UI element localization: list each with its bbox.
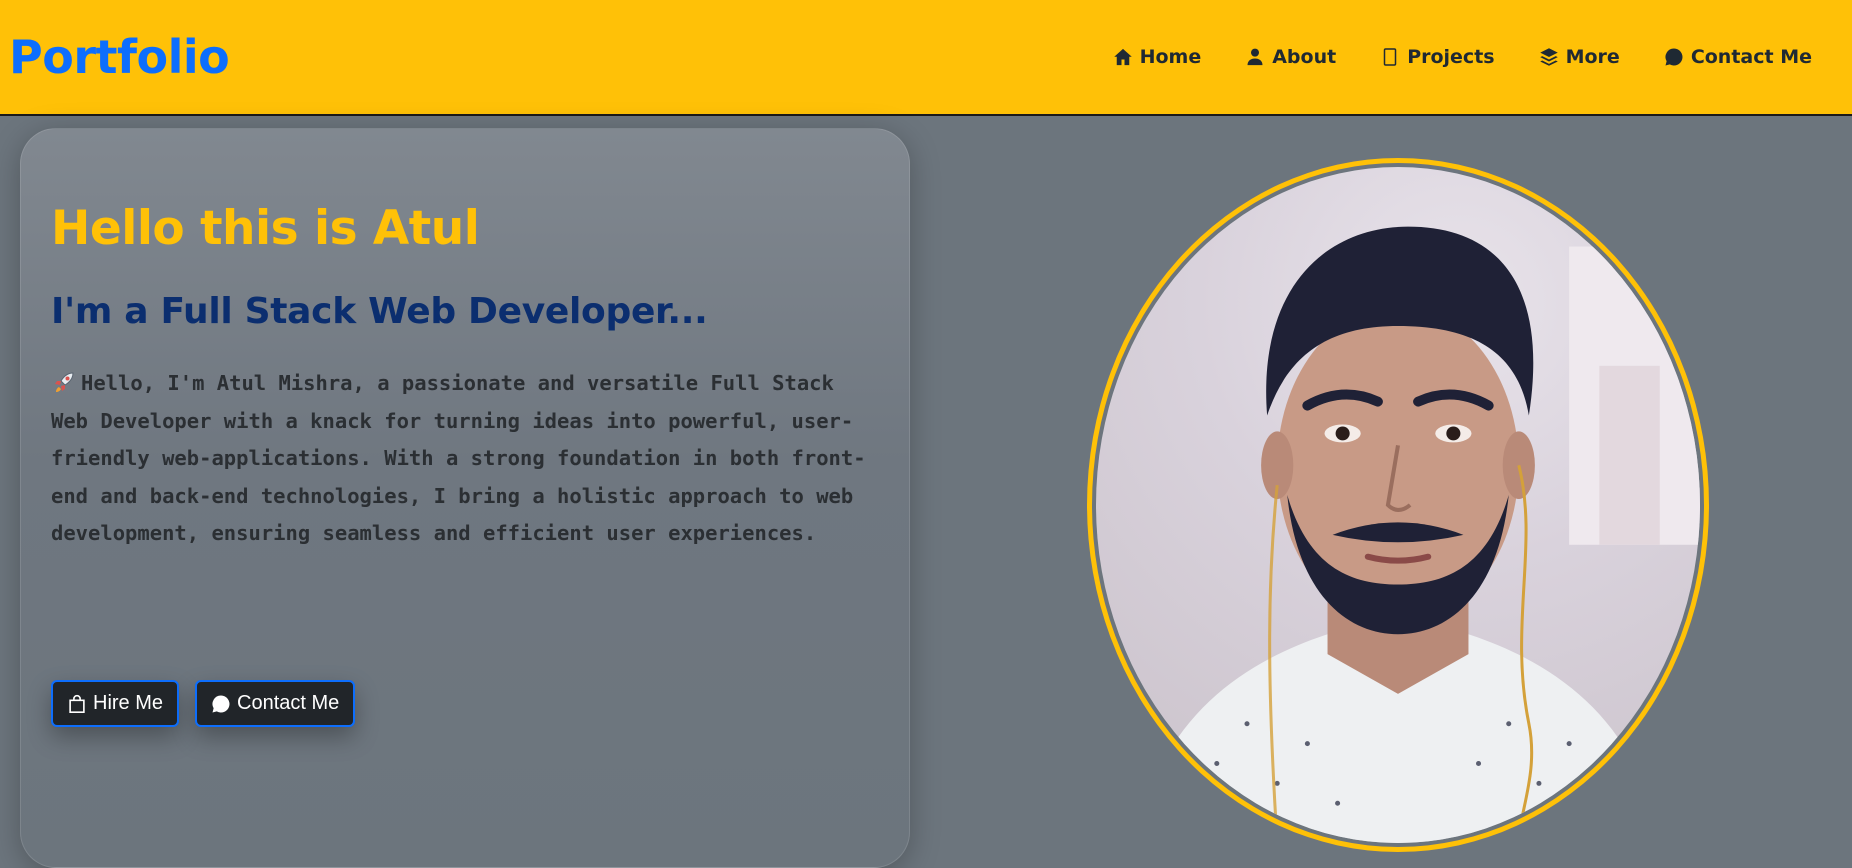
nav-more-label: More	[1565, 46, 1620, 68]
hero-role: I'm a Full Stack Web Developer...	[51, 291, 708, 332]
hero-buttons: Hire Me Contact Me	[51, 680, 356, 727]
layers-icon	[1539, 48, 1558, 66]
hire-me-button[interactable]: Hire Me	[51, 680, 180, 727]
nav-home-label: Home	[1139, 46, 1202, 68]
navbar: Portfolio Home About Projects More Conta…	[0, 0, 1852, 116]
contact-me-label: Contact Me	[237, 692, 340, 714]
person-icon	[1247, 48, 1263, 66]
phone-icon	[1383, 48, 1397, 66]
nav-home[interactable]: Home	[1113, 46, 1202, 68]
bag-icon	[69, 694, 85, 713]
profile-photo-frame	[1087, 158, 1709, 852]
profile-photo-illustration	[1136, 226, 1700, 843]
nav-about[interactable]: About	[1245, 46, 1336, 68]
home-icon	[1113, 48, 1132, 66]
nav-contact[interactable]: Contact Me	[1664, 46, 1812, 68]
nav-links: Home About Projects More Contact Me	[1069, 46, 1812, 68]
chat-icon	[1665, 48, 1683, 66]
nav-projects-label: Projects	[1407, 46, 1495, 68]
hero-bio: Hello, I'm Atul Mishra, a passionate and…	[51, 365, 881, 553]
profile-photo	[1096, 167, 1700, 843]
nav-more[interactable]: More	[1539, 46, 1620, 68]
rocket-icon	[51, 365, 81, 403]
nav-contact-label: Contact Me	[1690, 46, 1812, 68]
brand-logo[interactable]: Portfolio	[9, 30, 230, 84]
nav-about-label: About	[1272, 46, 1337, 68]
hire-me-label: Hire Me	[93, 692, 164, 714]
chat-icon	[212, 695, 230, 712]
hero-bio-text: Hello, I'm Atul Mishra, a passionate and…	[51, 371, 866, 546]
nav-projects[interactable]: Projects	[1380, 46, 1495, 68]
hero-card: Hello this is Atul I'm a Full Stack Web …	[20, 128, 910, 868]
contact-me-button[interactable]: Contact Me	[195, 680, 356, 727]
hero-greeting: Hello this is Atul	[51, 201, 480, 256]
